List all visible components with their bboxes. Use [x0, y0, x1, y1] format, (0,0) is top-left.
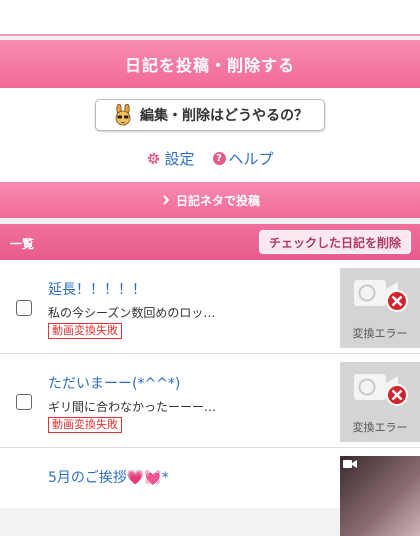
settings-help-links: 設定 ? ヘルプ [0, 146, 420, 170]
help-link-label: ヘルプ [228, 149, 274, 168]
rabbit-mascot-icon [115, 104, 131, 126]
post-diary-banner[interactable]: 日記を投稿・削除する [0, 40, 420, 88]
list-item[interactable]: ただいまーー(*^^*) ギリ間に合わなかったーーー… 動画変換失敗 変換エラー [0, 354, 420, 448]
entry-thumbnail[interactable]: 変換エラー [340, 362, 420, 442]
list-item[interactable]: 延長！！！！！ 私の今シーズン数回めのロッ… 動画変換失敗 変換エラー [0, 260, 420, 354]
entry-excerpt: 私の今シーズン数回めのロッ… [48, 306, 216, 320]
list-item[interactable]: 5月のご挨拶💗💓* [0, 448, 420, 536]
entry-title[interactable]: 延長！！！！！ [48, 279, 146, 299]
delete-checked-button[interactable]: チェックした日記を削除 [258, 230, 411, 254]
entry-excerpt: ギリ間に合わなかったーーー… [48, 400, 217, 414]
list-title: 一覧 [10, 237, 35, 251]
thumbnail-caption: 変換エラー [352, 421, 408, 434]
question-circle-icon: ? [212, 151, 226, 165]
post-from-topic-banner[interactable]: 日記ネタで投稿 [0, 182, 420, 218]
post-from-topic-label: 日記ネタで投稿 [175, 193, 260, 208]
settings-link[interactable]: 設定 [146, 148, 195, 169]
conversion-error-badge: 動画変換失敗 [48, 323, 122, 339]
entry-title[interactable]: 5月のご挨拶💗💓* [48, 467, 169, 487]
entry-thumbnail[interactable] [340, 456, 420, 536]
howto-button-label: 編集・削除はどうやるの？ [140, 108, 308, 124]
entry-title[interactable]: ただいまーー(*^^*) [48, 373, 180, 393]
thumbnail-caption: 変換エラー [352, 327, 408, 340]
video-camera-icon [343, 460, 357, 468]
list-header: 一覧 チェックした日記を削除 [0, 224, 420, 260]
entry-thumbnail[interactable]: 変換エラー [340, 268, 420, 348]
entry-checkbox[interactable] [16, 300, 32, 316]
conversion-error-badge: 動画変換失敗 [48, 417, 122, 433]
video-camera-error-icon [354, 374, 408, 406]
entry-checkbox[interactable] [16, 394, 32, 410]
settings-link-label: 設定 [164, 149, 195, 168]
howto-button[interactable]: 編集・削除はどうやるの？ [95, 99, 325, 131]
video-camera-error-icon [354, 280, 408, 312]
top-bar [0, 0, 420, 36]
chevron-right-icon [163, 195, 170, 205]
help-link[interactable]: ? ヘルプ [212, 148, 274, 169]
gear-icon [148, 152, 160, 164]
post-diary-banner-label: 日記を投稿・削除する [124, 56, 295, 75]
diary-list: 延長！！！！！ 私の今シーズン数回めのロッ… 動画変換失敗 変換エラー ただいま… [0, 260, 420, 536]
